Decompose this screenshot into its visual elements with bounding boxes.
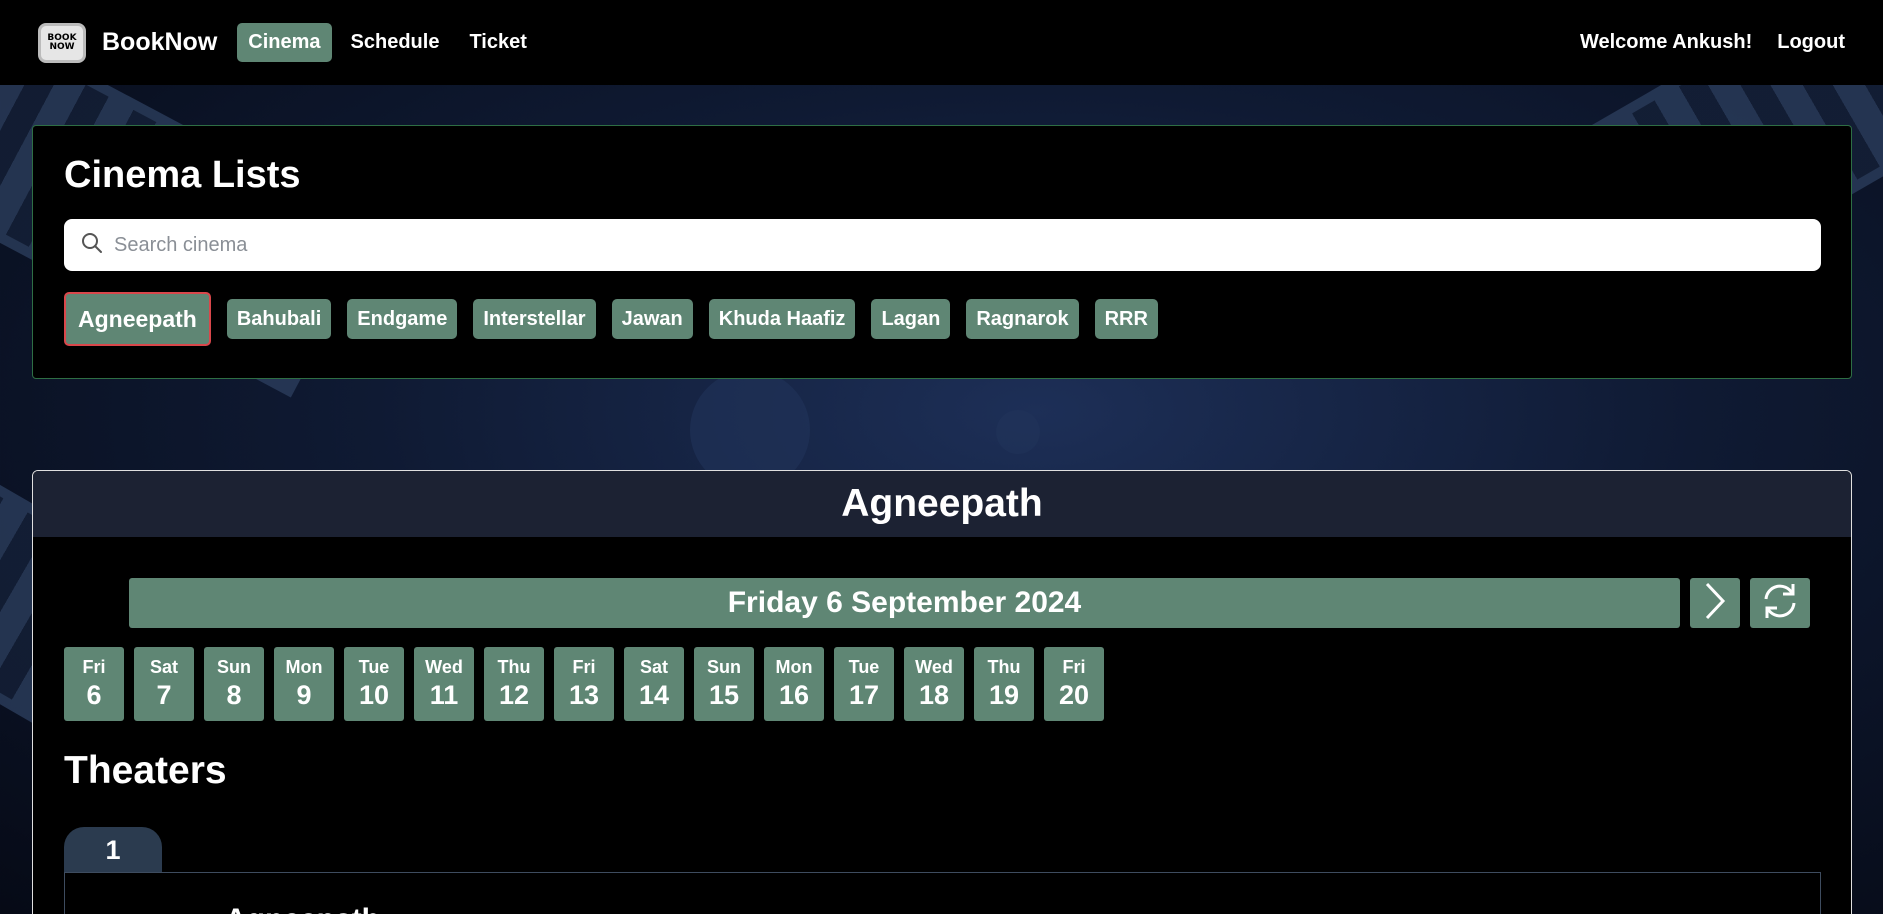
cinema-detail-title: Agneepath [33, 471, 1851, 537]
day-name: Sat [639, 657, 668, 677]
day-number: 13 [568, 680, 600, 710]
day-button[interactable]: Fri 20 [1044, 647, 1104, 721]
day-name: Wed [425, 657, 463, 677]
theater-tab-1[interactable]: 1 [64, 827, 162, 873]
day-button[interactable]: Tue 10 [344, 647, 404, 721]
booknow-logo[interactable]: BOOK NOW [38, 22, 86, 63]
search-input[interactable] [114, 233, 1821, 257]
day-button[interactable]: Sun 8 [204, 647, 264, 721]
day-button[interactable]: Thu 12 [484, 647, 544, 721]
nav-ticket[interactable]: Ticket [458, 23, 537, 62]
day-number: 18 [918, 680, 950, 710]
day-name: Thu [987, 657, 1021, 677]
nav-schedule[interactable]: Schedule [340, 23, 451, 62]
day-button[interactable]: Wed 18 [904, 647, 964, 721]
day-button[interactable]: Sat 7 [134, 647, 194, 721]
day-button[interactable]: Fri 6 [64, 647, 124, 721]
navbar: BOOK NOW BookNow Cinema Schedule Ticket … [0, 0, 1883, 85]
day-number: 15 [708, 680, 740, 710]
welcome-text: Welcome Ankush! [1579, 31, 1753, 53]
search-box[interactable] [64, 219, 1821, 271]
day-button[interactable]: Thu 19 [974, 647, 1034, 721]
cinema-chip-ragnarok[interactable]: Ragnarok [966, 299, 1079, 339]
cinema-chip-bahubali[interactable]: Bahubali [226, 299, 332, 339]
day-name: Tue [848, 657, 880, 677]
day-number: 10 [358, 680, 390, 710]
day-number: 11 [429, 680, 459, 710]
chevron-right-icon [1702, 581, 1728, 626]
nav-cinema[interactable]: Cinema [237, 23, 332, 62]
cinema-chip-khuda-haafiz[interactable]: Khuda Haafiz [708, 299, 856, 339]
day-name: Tue [358, 657, 390, 677]
day-name: Sun [217, 657, 251, 677]
current-date-label: Friday 6 September 2024 [129, 578, 1680, 628]
day-selector: Fri 6 Sat 7 Sun 8 Mon 9 Tue 10 Wed 11 Thu 12 Fr… [64, 647, 1104, 721]
day-number: 9 [296, 680, 312, 710]
nav-user-area: Welcome Ankush! Logout [1580, 31, 1845, 54]
background-circle [996, 410, 1040, 454]
refresh-button[interactable] [1750, 578, 1810, 628]
day-button[interactable]: Wed 11 [414, 647, 474, 721]
cinema-list-panel: Cinema Lists Agneepath Bahubali Endgame … [32, 125, 1852, 379]
refresh-icon [1758, 579, 1802, 628]
theaters-title: Theaters [64, 749, 227, 792]
day-name: Sat [149, 657, 178, 677]
cinema-chip-endgame[interactable]: Endgame [347, 299, 458, 339]
day-button[interactable]: Sun 15 [694, 647, 754, 721]
day-name: Mon [285, 657, 323, 677]
theater-body: Agneepath [64, 872, 1821, 914]
day-name: Mon [775, 657, 813, 677]
day-number: 6 [86, 680, 102, 710]
day-button[interactable]: Sat 14 [624, 647, 684, 721]
day-number: 17 [848, 680, 880, 710]
day-name: Wed [915, 657, 953, 677]
logo-text-bottom: NOW [49, 41, 75, 52]
cinema-chip-interstellar[interactable]: Interstellar [473, 299, 596, 339]
date-bar: Friday 6 September 2024 [129, 578, 1810, 628]
cinema-chip-lagan[interactable]: Lagan [871, 299, 951, 339]
day-button[interactable]: Mon 16 [764, 647, 824, 721]
day-name: Thu [497, 657, 531, 677]
day-number: 14 [638, 680, 670, 710]
cinema-chip-rrr[interactable]: RRR [1094, 299, 1158, 339]
day-button[interactable]: Fri 13 [554, 647, 614, 721]
day-number: 19 [988, 680, 1020, 710]
day-button[interactable]: Tue 17 [834, 647, 894, 721]
day-number: 16 [778, 680, 810, 710]
day-number: 20 [1058, 680, 1090, 710]
day-number: 7 [156, 680, 172, 710]
day-name: Fri [1062, 657, 1086, 677]
cinema-chip-agneepath[interactable]: Agneepath [64, 292, 211, 346]
cinema-detail-panel: Agneepath Friday 6 September 2024 Fri 6 S… [32, 470, 1852, 914]
day-name: Sun [707, 657, 741, 677]
theater-movie-name: Agneepath [225, 903, 380, 914]
search-icon [80, 231, 104, 260]
day-number: 8 [226, 680, 242, 710]
day-name: Fri [82, 657, 106, 677]
cinema-list-title: Cinema Lists [64, 154, 301, 196]
day-name: Fri [572, 657, 596, 677]
cinema-chip-list: Agneepath Bahubali Endgame Interstellar … [64, 292, 1820, 346]
next-date-button[interactable] [1690, 578, 1740, 628]
day-button[interactable]: Mon 9 [274, 647, 334, 721]
logout-link[interactable]: Logout [1777, 31, 1845, 54]
brand-name[interactable]: BookNow [102, 28, 217, 57]
cinema-chip-jawan[interactable]: Jawan [611, 299, 693, 339]
day-number: 12 [498, 680, 530, 710]
